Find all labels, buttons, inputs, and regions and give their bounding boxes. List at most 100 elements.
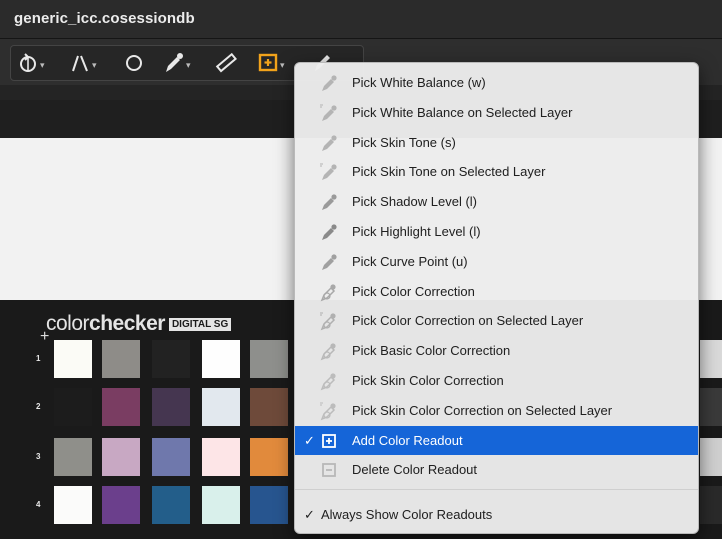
menu-item-add-color-readout[interactable]: ✓ Add Color Readout [295,425,698,455]
menu-item-pick-white-balance-on-selected-layer[interactable]: Pick White Balance on Selected Layer [295,98,698,127]
menu-separator [295,489,698,490]
basic-color-correction-icon [320,343,336,361]
menu-item-pick-shadow-level-l[interactable]: Pick Shadow Level (l) [295,187,698,216]
skin-color-correction-icon [320,373,336,391]
color-correction-layer-icon [320,312,336,331]
row-label: 1 [36,354,41,363]
menu-item-label: Pick Skin Color Correction [352,373,504,388]
highlight-dropper-icon [322,224,337,240]
title-bar: generic_icc.cosessiondb [0,0,722,39]
menu-item-label: Pick Skin Tone on Selected Layer [352,164,546,180]
menu-item-label: Pick White Balance (w) [352,75,486,90]
color-patch[interactable] [54,340,92,378]
shadow-dropper-icon [322,194,337,211]
menu-item-pick-white-balance-w[interactable]: Pick White Balance (w) [295,68,698,97]
keystone-icon [72,55,88,72]
menu-item-pick-curve-point-u[interactable]: Pick Curve Point (u) [295,247,698,276]
skin-color-correction-layer-icon [320,402,336,421]
color-patch[interactable] [54,486,92,524]
brand-bold-text: checker [89,312,165,335]
menu-item-always-show-readouts[interactable]: ✓ Always Show Color Readouts [295,500,698,529]
row-label: 2 [36,402,41,411]
ruler-tool-button[interactable] [215,51,245,75]
menu-item-label: Pick Highlight Level (l) [352,224,481,239]
menu-item-label: Pick Curve Point (u) [352,253,468,269]
color-patch[interactable] [250,388,288,426]
curve-point-icon [322,254,337,270]
rotate-tool-button[interactable]: ▾ [17,51,47,75]
brand-light-text: color [46,312,90,335]
eyedropper-icon [166,53,183,72]
color-patch[interactable] [152,340,190,378]
chevron-down-icon: ▾ [92,60,97,70]
color-readout-tool-button[interactable]: ▾ [257,51,287,75]
row-label: 3 [36,452,41,461]
color-patch[interactable] [102,388,140,426]
window-title: generic_icc.cosessiondb [14,10,195,27]
ruler-icon [215,52,237,73]
color-patch[interactable] [54,438,92,476]
circle-icon [126,55,142,71]
color-readout-icon [258,53,278,72]
checkmark-icon: ✓ [304,507,315,522]
menu-item-label: Pick Shadow Level (l) [352,194,477,210]
menu-item-pick-skin-color-correction-on-selected-layer[interactable]: Pick Skin Color Correction on Selected L… [295,396,698,425]
color-patch[interactable] [152,486,190,524]
menu-item-label: Always Show Color Readouts [321,507,493,522]
color-patch[interactable] [250,486,288,524]
skin-tone-icon [322,134,337,151]
skin-tone-layer-icon [320,163,337,181]
chevron-down-icon: ▾ [40,60,45,70]
chevron-down-icon: ▾ [186,60,191,70]
eyedropper-icon [322,75,337,91]
rotate-icon [20,53,36,72]
row-label: 4 [36,500,41,509]
color-patch[interactable] [700,486,722,524]
brand-tag: DIGITAL SG [168,318,232,331]
delete-readout-icon [322,463,336,478]
color-patch[interactable] [700,438,722,476]
color-patch[interactable] [700,388,722,426]
color-patch[interactable] [250,340,288,378]
keystone-tool-button[interactable]: ▾ [69,51,99,75]
menu-item-pick-color-correction[interactable]: Pick Color Correction [295,277,698,306]
menu-item-label: Pick Basic Color Correction [352,343,511,359]
menu-item-pick-skin-tone-s[interactable]: Pick Skin Tone (s) [295,128,698,157]
crosshair-icon: + [40,328,50,345]
menu-item-label: Pick Color Correction on Selected Layer [352,313,584,329]
color-patch[interactable] [250,438,288,476]
menu-item-label: Delete Color Readout [352,462,478,478]
chevron-down-icon: ▾ [280,60,285,70]
color-patch[interactable] [54,388,92,426]
circle-tool-button[interactable] [123,51,153,75]
add-readout-icon [322,433,336,448]
picker-tool-button[interactable]: ▾ [163,51,193,75]
colorchecker-logo: colorchecker DIGITAL SG [46,312,232,336]
color-patch[interactable] [102,486,140,524]
color-patch[interactable] [152,438,190,476]
eyedropper-layer-icon [320,104,337,121]
menu-item-delete-color-readout[interactable]: Delete Color Readout [295,455,698,484]
color-patch[interactable] [202,340,240,378]
menu-item-label: Pick Skin Tone (s) [352,134,456,150]
color-patch[interactable] [202,388,240,426]
checkmark-icon: ✓ [304,432,315,448]
picker-dropdown-menu: Pick White Balance (w) Pick White Balance… [294,62,699,534]
color-patch[interactable] [202,438,240,476]
color-patch[interactable] [202,486,240,524]
color-patch[interactable] [102,438,140,476]
menu-item-pick-color-correction-on-selected-layer[interactable]: Pick Color Correction on Selected Layer [295,306,698,335]
menu-item-label: Add Color Readout [352,432,463,448]
color-patch[interactable] [152,388,190,426]
menu-item-label: Pick White Balance on Selected Layer [352,104,573,120]
menu-item-label: Pick Color Correction [352,283,475,299]
color-patch[interactable] [102,340,140,378]
app-window: generic_icc.cosessiondb ▾ ▾ ▾ ▾ colorche… [0,0,722,539]
color-correction-icon [320,283,336,301]
menu-item-pick-skin-tone-on-selected-layer[interactable]: Pick Skin Tone on Selected Layer [295,157,698,186]
color-patch[interactable] [700,340,722,378]
menu-item-pick-skin-color-correction[interactable]: Pick Skin Color Correction [295,366,698,395]
menu-item-pick-basic-color-correction[interactable]: Pick Basic Color Correction [295,336,698,365]
menu-item-pick-highlight-level-l[interactable]: Pick Highlight Level (l) [295,217,698,246]
menu-item-label: Pick Skin Color Correction on Selected L… [352,402,613,418]
